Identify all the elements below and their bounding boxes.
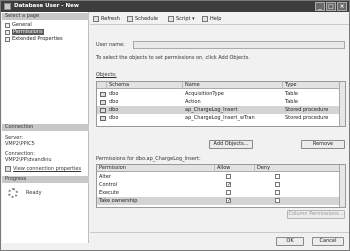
column-permissions-button[interactable]: Column Permissions... [287,210,345,219]
table-icon [100,99,106,105]
stored-procedure-icon [100,107,106,113]
instruction-text: To select the objects to set permissions… [96,55,250,61]
object-row[interactable]: dbo ap_ChargeLog_Insert_wTran Stored pro… [97,114,345,122]
maximize-button[interactable]: □ [326,2,336,11]
deny-checkbox[interactable] [275,190,280,195]
allow-checkbox[interactable]: ✓ [226,182,231,188]
column-header-allow[interactable]: Allow [215,165,255,172]
objects-grid: Schema Name Type dbo AcquisitionType Tab… [96,81,346,127]
page-item-extended-properties[interactable]: Extended Properties [5,36,63,43]
window-title: Database User - New [14,3,79,9]
objects-scrollbar[interactable] [339,82,345,126]
objects-grid-header: Schema Name Type [97,82,345,89]
refresh-button[interactable]: Refresh [93,15,120,23]
script-icon [168,16,174,22]
object-row[interactable]: dbo Action Table [97,98,345,106]
help-button[interactable]: Help [202,15,221,23]
progress-header: Progress [2,176,89,183]
dialog-window: Database User - New _ □ × Select a page … [0,0,350,251]
column-header-deny[interactable]: Deny [255,165,340,172]
dialog-footer: OK Cancel [90,232,349,251]
stored-procedure-icon [100,115,106,121]
deny-checkbox[interactable] [275,174,280,179]
page-icon [5,37,10,42]
column-header-type[interactable]: Type [283,82,340,89]
progress-spinner-icon [8,188,18,198]
add-objects-button[interactable]: Add Objects... [209,140,253,149]
connection-header: Connection [2,124,89,131]
schedule-button[interactable]: Schedule [127,15,158,23]
allow-checkbox[interactable] [226,174,231,179]
cancel-button[interactable]: Cancel [312,237,344,246]
user-name-field[interactable] [133,41,345,49]
permissions-grid: Permission Allow Deny Alter Control Exec… [96,164,346,208]
ok-button[interactable]: OK [276,237,304,246]
script-button[interactable]: Script ▾ [168,15,195,23]
help-icon [202,16,208,22]
deny-checkbox[interactable] [275,182,280,187]
permission-row: Execute [99,190,119,196]
permissions-label: Permissions for dbo.ap_ChargeLog_Insert: [96,156,201,162]
toolbar: Refresh Schedule Script ▾ Help [90,12,349,25]
page-item-permissions[interactable]: Permissions [5,29,44,36]
user-name-label: User name: [96,42,125,48]
permission-row: Control [99,182,118,188]
server-value: VMP2\PPIC5 [5,141,35,147]
permissions-scrollbar[interactable] [339,165,345,207]
objects-label: Objects: [96,72,117,78]
permissions-grid-header: Permission Allow Deny [97,165,345,172]
select-page-header: Select a page [2,13,89,20]
page-icon [5,30,10,35]
deny-checkbox[interactable] [275,198,280,203]
allow-checkbox[interactable] [226,190,231,195]
allow-checkbox[interactable]: ✓ [226,198,231,204]
dropdown-arrow-icon: ▾ [192,16,195,22]
column-header-permission[interactable]: Permission [97,165,215,172]
permissions-page: Refresh Schedule Script ▾ Help User name… [90,12,349,232]
schedule-icon [127,16,133,22]
remove-button[interactable]: Remove [301,140,345,149]
progress-status: Ready [26,190,42,196]
page-item-general[interactable]: General [5,22,32,29]
object-row-selected[interactable]: dbo ap_ChargeLog_Insert Stored procedure [97,106,345,114]
column-header-name[interactable]: Name [183,82,283,89]
left-pane: Select a page General Permissions Extend… [2,12,89,243]
view-connection-properties-link[interactable]: View connection properties [5,166,81,172]
page-icon [5,23,10,28]
permission-row: Alter [99,174,111,180]
table-icon [100,91,106,97]
properties-icon [5,166,11,172]
app-icon [4,3,11,10]
minimize-button[interactable]: _ [315,2,325,11]
permission-row-selected: Take ownership [97,197,345,205]
close-button[interactable]: × [337,2,347,11]
column-header-schema[interactable]: Schema [107,82,183,89]
connection-value: VMP2\PP\dvandinu [5,157,52,163]
refresh-icon [93,16,99,22]
title-bar[interactable]: Database User - New _ □ × [1,1,349,12]
column-header-icon[interactable] [97,82,107,89]
object-row[interactable]: dbo AcquisitionType Table [97,90,345,98]
